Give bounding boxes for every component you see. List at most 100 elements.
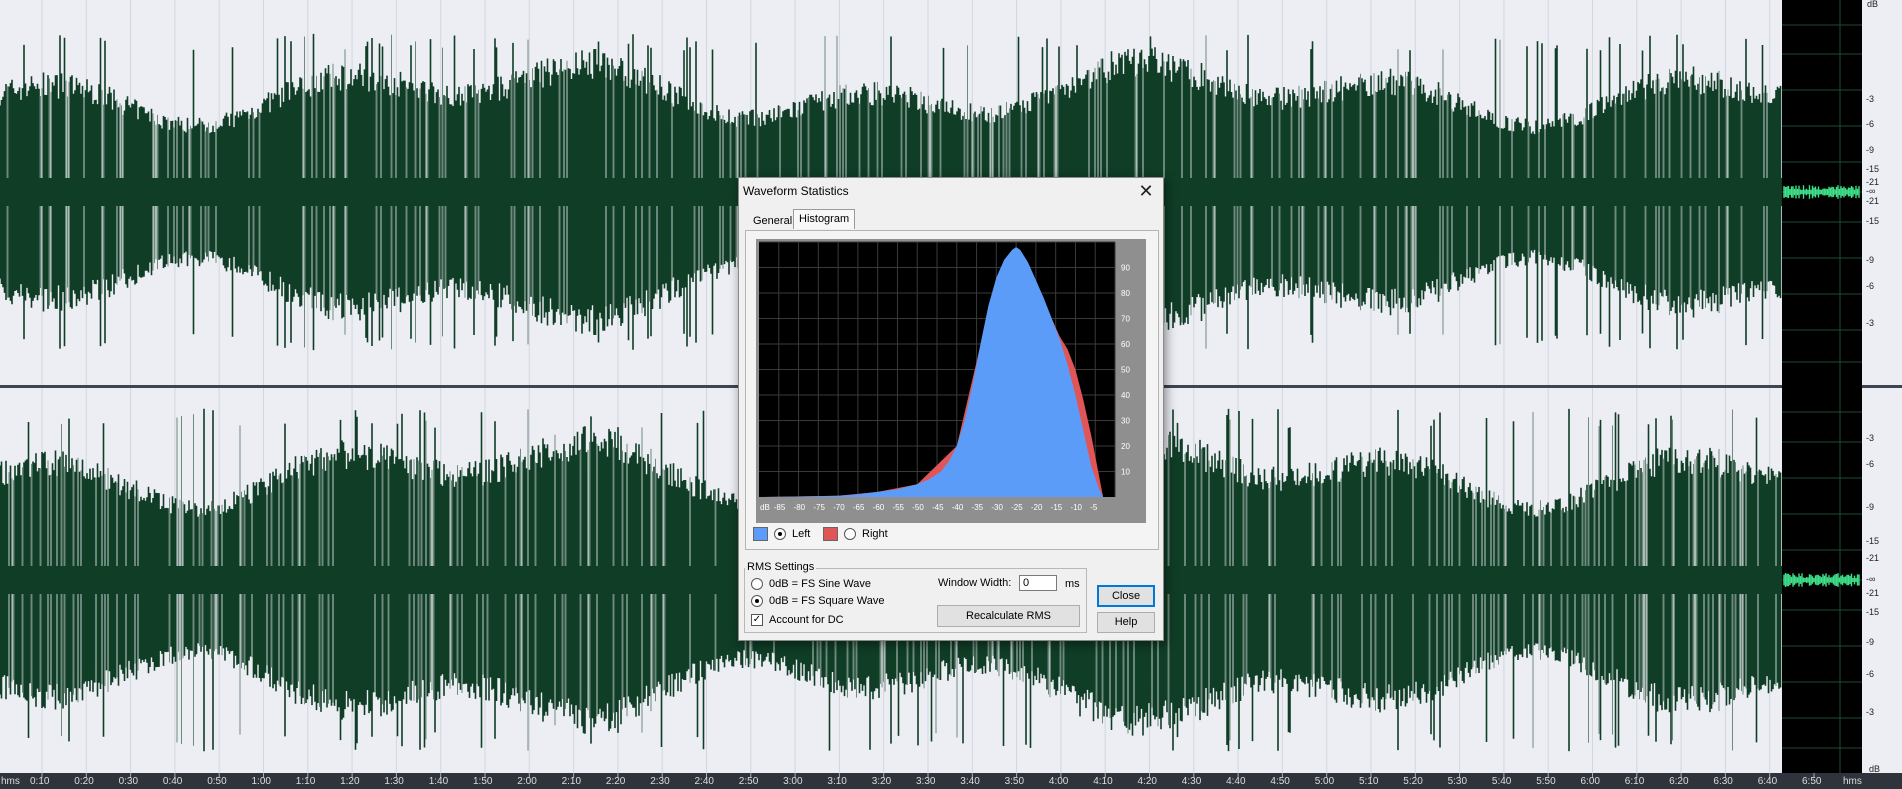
db-unit-label-bottom: dB [1869,764,1881,774]
time-tick-label: 3:50 [1004,776,1025,787]
histogram-x-tick: -75 [813,503,825,512]
histogram-y-tick: 60 [1121,340,1130,349]
time-ruler-bar [0,773,1902,789]
histogram-x-tick: -40 [952,503,964,512]
time-tick-label: 4:40 [1226,776,1246,787]
time-tick-label: 2:20 [605,776,626,787]
time-tick-label: 3:20 [871,776,892,787]
right-radio[interactable] [844,528,856,540]
db-tick-label: -3 [1866,433,1875,443]
time-tick-label: 2:00 [517,776,537,787]
time-tick-label: 5:00 [1314,776,1335,787]
histogram-y-tick: 80 [1121,289,1130,298]
histogram-x-tick: -15 [1051,503,1063,512]
time-tick-label: 5:10 [1359,776,1379,787]
histogram-x-tick: -30 [991,503,1003,512]
square-wave-radio[interactable] [751,595,763,607]
legend-left[interactable]: Left [753,527,810,541]
histogram-x-tick: -60 [873,503,885,512]
right-label: Right [862,528,888,540]
close-button[interactable]: Close [1097,585,1155,607]
time-tick-label: 6:50 [1802,776,1822,787]
help-button[interactable]: Help [1097,612,1155,633]
histogram-y-tick: 90 [1121,264,1130,273]
time-tick-label: 4:10 [1093,776,1113,787]
time-tick-label: 6:00 [1580,776,1600,787]
db-tick-label: -6 [1866,459,1875,469]
window-width-label: Window Width: [938,577,1012,589]
account-dc-checkbox[interactable]: ✓ [751,614,763,626]
window-width-input[interactable] [1019,575,1057,591]
histogram-x-tick: -85 [774,503,786,512]
histogram-y-tick: 70 [1121,315,1130,324]
time-tick-label: 3:10 [827,776,847,787]
time-tick-label: 2:10 [561,776,582,787]
recalculate-rms-button[interactable]: Recalculate RMS [937,605,1080,627]
time-tick-label: 1:10 [295,776,316,787]
time-tick-label: 6:40 [1757,776,1778,787]
histogram-y-tick: 50 [1121,366,1130,375]
histogram-x-tick: -35 [972,503,984,512]
db-tick-label: -21 [1866,553,1880,563]
histogram-x-tick: -70 [833,503,845,512]
account-dc-option[interactable]: ✓ Account for DC [751,614,844,626]
rms-settings-label: RMS Settings [745,561,817,573]
left-color-swatch [753,527,768,541]
level-meter [1782,0,1862,773]
db-tick-label: -3 [1866,707,1875,717]
time-tick-label: 1:20 [340,776,360,787]
time-tick-label: 1:30 [384,776,404,787]
left-label: Left [792,528,811,540]
histogram-x-tick: -55 [892,503,904,512]
db-tick-label: -∞ [1866,186,1876,196]
close-icon[interactable]: ✕ [1135,180,1157,202]
time-tick-label: 3:30 [916,776,936,787]
histogram-x-tick: -65 [853,503,865,512]
time-tick-label: 3:40 [960,776,980,787]
time-tick-label: 5:30 [1447,776,1468,787]
dialog-title: Waveform Statistics [743,184,849,198]
time-tick-label: 2:40 [694,776,714,787]
account-dc-label: Account for DC [769,614,844,626]
sine-wave-option[interactable]: 0dB = FS Sine Wave [751,578,871,590]
histogram-y-tick: 20 [1121,442,1130,451]
db-tick-label: -9 [1866,637,1875,647]
db-tick-label: -21 [1866,588,1880,598]
right-color-swatch [823,527,838,541]
window-width-unit: ms [1065,578,1080,590]
time-tick-label: 0:30 [118,776,139,787]
legend-right[interactable]: Right [823,527,888,541]
tab-histogram[interactable]: Histogram [793,209,856,229]
time-unit-label-right: hms [1843,776,1862,787]
time-tick-label: 2:50 [738,776,759,787]
histogram-x-tick: -10 [1070,503,1082,512]
time-tick-label: 4:00 [1048,776,1069,787]
db-unit-label: dB [1867,0,1879,9]
db-tick-label: -∞ [1866,574,1876,584]
db-tick-label: -15 [1866,607,1880,617]
sine-wave-label: 0dB = FS Sine Wave [769,578,872,590]
db-tick-label: -3 [1866,318,1875,328]
db-tick-label: -15 [1866,216,1880,226]
histogram-x-tick: -45 [932,503,944,512]
time-tick-label: 4:20 [1137,776,1157,787]
time-tick-label: 0:20 [74,776,94,787]
db-tick-label: -6 [1866,119,1875,129]
waveform-statistics-dialog: Waveform Statistics ✕ General Histogram … [738,177,1164,641]
time-tick-label: 0:50 [207,776,227,787]
time-tick-label: 0:40 [162,776,183,787]
tab-general[interactable]: General [749,212,796,230]
db-tick-label: -9 [1866,145,1875,155]
db-tick-label: -15 [1866,536,1880,546]
time-tick-label: 0:10 [30,776,50,787]
db-tick-label: -6 [1866,669,1875,679]
left-radio[interactable] [774,528,786,540]
sine-wave-radio[interactable] [751,578,763,590]
time-tick-label: 6:20 [1669,776,1689,787]
square-wave-label: 0dB = FS Square Wave [769,595,885,607]
square-wave-option[interactable]: 0dB = FS Square Wave [751,595,884,607]
histogram-y-tick: 10 [1121,468,1130,477]
time-tick-label: 1:50 [473,776,493,787]
db-tick-label: -21 [1866,196,1880,206]
histogram-x-tick: -80 [794,503,806,512]
